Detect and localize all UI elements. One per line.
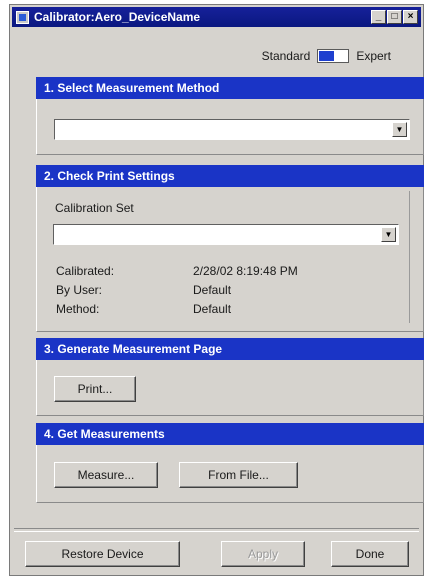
maximize-button[interactable]: □: [387, 10, 402, 24]
restore-device-button[interactable]: Restore Device: [25, 541, 180, 567]
mode-toggle[interactable]: [317, 49, 350, 63]
apply-button: Apply: [221, 541, 305, 567]
print-button[interactable]: Print...: [54, 376, 136, 402]
section-header-get-measurements: 4. Get Measurements: [36, 423, 424, 445]
footer-divider: [14, 528, 419, 532]
section-panel-print-settings: Calibration Set ▼ Calibrated: 2/28/02 8:…: [36, 187, 424, 332]
calibrated-label: Calibrated:: [56, 264, 115, 278]
chevron-down-icon[interactable]: ▼: [381, 227, 396, 242]
method-value: Default: [193, 302, 232, 316]
mode-toggle-knob[interactable]: [319, 51, 335, 61]
section-panel-get-measurements: Measure... From File...: [36, 445, 424, 503]
calibration-set-combo[interactable]: ▼: [53, 224, 399, 245]
calibrator-app-icon: [16, 10, 29, 24]
standard-mode-label[interactable]: Standard: [262, 49, 311, 63]
calibration-set-label: Calibration Set: [55, 201, 134, 215]
from-file-button[interactable]: From File...: [179, 462, 298, 488]
calibrated-value: 2/28/02 8:19:48 PM: [193, 264, 298, 278]
window-controls: _ □ ×: [371, 10, 418, 24]
measure-button[interactable]: Measure...: [54, 462, 158, 488]
done-button[interactable]: Done: [331, 541, 409, 567]
calibration-set-group: Calibration Set ▼ Calibrated: 2/28/02 8:…: [45, 191, 410, 323]
section-header-measurement-page: 3. Generate Measurement Page: [36, 338, 424, 360]
by-user-value: Default: [193, 283, 232, 297]
method-label: Method:: [56, 302, 100, 316]
minimize-button[interactable]: _: [371, 10, 386, 24]
calibrator-window: Calibrator:Aero_DeviceName _ □ × Standar…: [9, 4, 424, 576]
section-header-measurement-method: 1. Select Measurement Method: [36, 77, 424, 99]
section-panel-measurement-page: Print...: [36, 360, 424, 416]
section-panel-measurement-method: ▼: [36, 99, 424, 155]
mode-switch: Standard Expert: [262, 49, 391, 63]
measurement-method-combo[interactable]: ▼: [54, 119, 410, 140]
window-title: Calibrator:Aero_DeviceName: [34, 10, 201, 24]
title-bar[interactable]: Calibrator:Aero_DeviceName _ □ ×: [12, 7, 421, 27]
by-user-label: By User:: [56, 283, 103, 297]
close-button[interactable]: ×: [403, 10, 418, 24]
section-header-print-settings: 2. Check Print Settings: [36, 165, 424, 187]
chevron-down-icon[interactable]: ▼: [392, 122, 407, 137]
expert-mode-label[interactable]: Expert: [356, 49, 391, 63]
